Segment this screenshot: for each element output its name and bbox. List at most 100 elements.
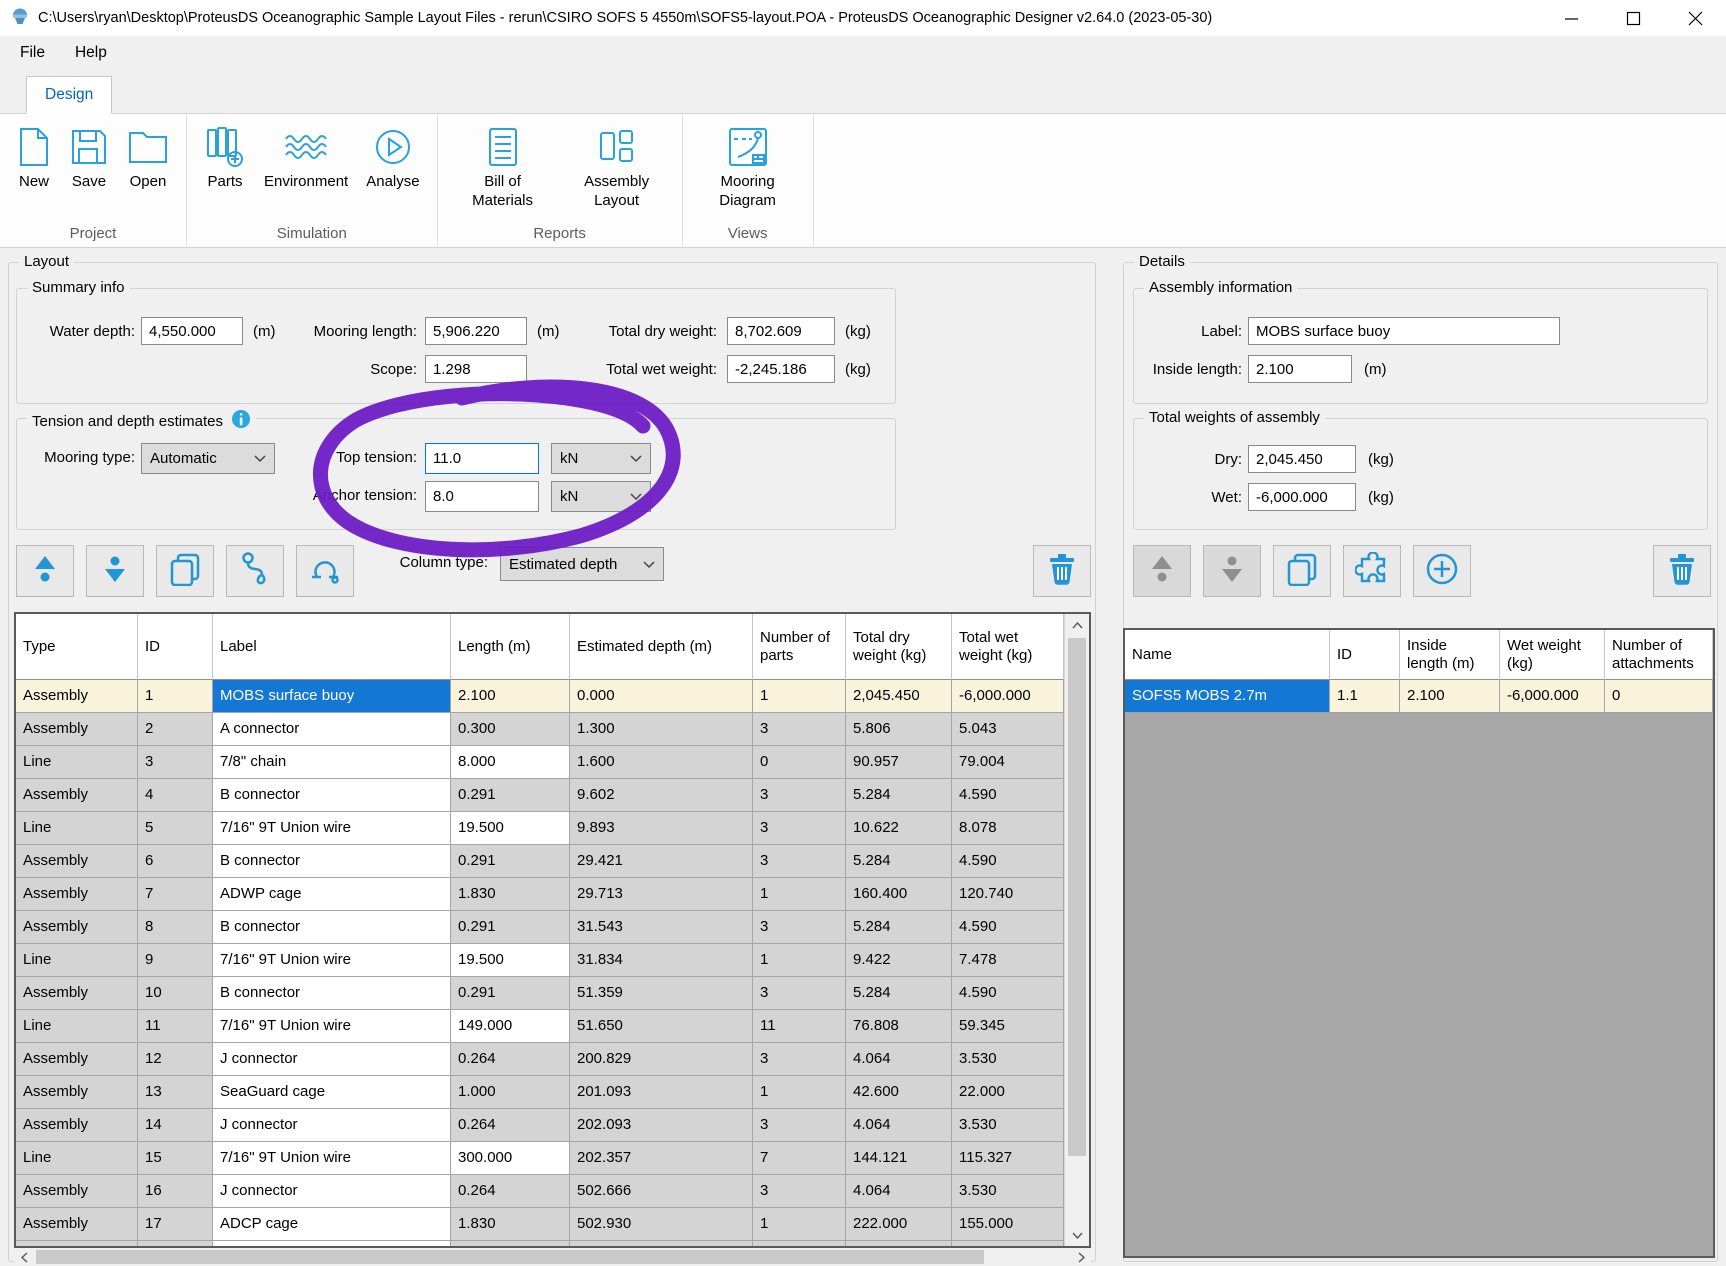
cell-total-wet-weight[interactable]: 120.740	[952, 878, 1064, 911]
duplicate-assembly-button[interactable]	[1273, 545, 1331, 597]
cell-total-dry-weight[interactable]: 42.600	[846, 1076, 952, 1109]
cell-estimated-depth[interactable]: 200.829	[570, 1043, 753, 1076]
cell-length[interactable]: 1.000	[451, 1076, 570, 1109]
open-button[interactable]: Open	[118, 118, 178, 192]
move-down-button[interactable]	[86, 545, 144, 597]
cell-estimated-depth[interactable]: 51.359	[570, 977, 753, 1010]
cell-length[interactable]: 0.291	[451, 977, 570, 1010]
cell-total-wet-weight[interactable]: 8.078	[952, 812, 1064, 845]
anchor-tension-field[interactable]: 8.0	[425, 481, 539, 512]
analyse-button[interactable]: Analyse	[357, 118, 428, 192]
cell-estimated-depth[interactable]: 9.893	[570, 812, 753, 845]
cell-label[interactable]: B connector	[213, 911, 451, 944]
cell-length[interactable]: 19.500	[451, 944, 570, 977]
layout-table-row[interactable]	[16, 1241, 1064, 1246]
cell-id[interactable]	[138, 1241, 213, 1246]
environment-button[interactable]: Environment	[255, 118, 357, 192]
cell-inside-length[interactable]: 2.100	[1400, 680, 1500, 713]
cell-label[interactable]: SeaGuard cage	[213, 1076, 451, 1109]
cell-type[interactable]: Assembly	[16, 1175, 138, 1208]
cell-type[interactable]: Assembly	[16, 713, 138, 746]
close-button[interactable]	[1664, 0, 1726, 36]
cell-length[interactable]: 2.100	[451, 680, 570, 713]
layout-table-row[interactable]: Line37/8" chain8.0001.600090.95779.004	[16, 746, 1064, 779]
cell-length[interactable]: 0.291	[451, 779, 570, 812]
cell-number-of-parts[interactable]: 3	[753, 1109, 846, 1142]
layout-table-row[interactable]: Line117/16" 9T Union wire149.00051.65011…	[16, 1010, 1064, 1043]
cell-total-dry-weight[interactable]: 4.064	[846, 1109, 952, 1142]
add-line-button[interactable]	[226, 545, 284, 597]
cell-estimated-depth[interactable]: 202.093	[570, 1109, 753, 1142]
cell-type[interactable]: Assembly	[16, 779, 138, 812]
cell-number-of-parts[interactable]	[753, 1241, 846, 1246]
cell-type[interactable]: Assembly	[16, 1109, 138, 1142]
scroll-up-icon[interactable]	[1065, 614, 1089, 636]
cell-estimated-depth[interactable]: 1.300	[570, 713, 753, 746]
cell-number-of-parts[interactable]: 7	[753, 1142, 846, 1175]
scrollbar-thumb[interactable]	[1068, 638, 1086, 1156]
cell-length[interactable]: 0.291	[451, 911, 570, 944]
cell-number-of-parts[interactable]: 11	[753, 1010, 846, 1043]
cell-total-dry-weight[interactable]: 4.064	[846, 1043, 952, 1076]
cell-type[interactable]: Assembly	[16, 977, 138, 1010]
cell-total-dry-weight[interactable]: 5.284	[846, 977, 952, 1010]
layout-table-row[interactable]: Assembly10B connector0.29151.35935.2844.…	[16, 977, 1064, 1010]
cell-number-of-parts[interactable]: 3	[753, 977, 846, 1010]
tab-design[interactable]: Design	[26, 76, 112, 114]
layout-table-row[interactable]: Assembly8B connector0.29131.54335.2844.5…	[16, 911, 1064, 944]
cell-total-dry-weight[interactable]: 4.064	[846, 1175, 952, 1208]
cell-id[interactable]: 8	[138, 911, 213, 944]
cell-label[interactable]: ADWP cage	[213, 878, 451, 911]
cell-type[interactable]	[16, 1241, 138, 1246]
layout-table-row[interactable]: Assembly6B connector0.29129.42135.2844.5…	[16, 845, 1064, 878]
cell-estimated-depth[interactable]: 9.602	[570, 779, 753, 812]
cell-total-dry-weight[interactable]: 9.422	[846, 944, 952, 977]
cell-length[interactable]: 0.291	[451, 845, 570, 878]
cell-estimated-depth[interactable]: 31.543	[570, 911, 753, 944]
cell-estimated-depth[interactable]: 502.666	[570, 1175, 753, 1208]
cell-label[interactable]: MOBS surface buoy	[213, 680, 451, 713]
cell-type[interactable]: Assembly	[16, 845, 138, 878]
cell-total-wet-weight[interactable]: 5.043	[952, 713, 1064, 746]
cell-estimated-depth[interactable]: 1.600	[570, 746, 753, 779]
cell-id[interactable]: 10	[138, 977, 213, 1010]
cell-total-wet-weight[interactable]: 4.590	[952, 977, 1064, 1010]
add-component-button[interactable]	[1343, 545, 1401, 597]
cell-label[interactable]: J connector	[213, 1109, 451, 1142]
delete-assembly-button[interactable]	[1653, 545, 1711, 597]
cell-total-wet-weight[interactable]	[952, 1241, 1064, 1246]
cell-label[interactable]: 7/8" chain	[213, 746, 451, 779]
cell-total-dry-weight[interactable]: 5.284	[846, 779, 952, 812]
cell-type[interactable]: Assembly	[16, 1076, 138, 1109]
cell-total-dry-weight[interactable]: 160.400	[846, 878, 952, 911]
cell-label[interactable]	[213, 1241, 451, 1246]
cell-id[interactable]: 6	[138, 845, 213, 878]
cell-label[interactable]: 7/16" 9T Union wire	[213, 944, 451, 977]
cell-length[interactable]: 8.000	[451, 746, 570, 779]
cell-number-of-parts[interactable]: 3	[753, 779, 846, 812]
wet-weight-field[interactable]: -6,000.000	[1248, 483, 1356, 511]
cell-type[interactable]: Line	[16, 1010, 138, 1043]
cell-number-of-parts[interactable]: 1	[753, 1208, 846, 1241]
menu-help[interactable]: Help	[75, 44, 107, 62]
cell-length[interactable]: 1.830	[451, 1208, 570, 1241]
layout-table-row[interactable]: Assembly7ADWP cage1.83029.7131160.400120…	[16, 878, 1064, 911]
cell-length[interactable]	[451, 1241, 570, 1246]
parts-button[interactable]: Parts	[195, 118, 255, 192]
cell-id[interactable]: 5	[138, 812, 213, 845]
assembly-layout-button[interactable]: Assembly Layout	[560, 118, 674, 211]
layout-table-row[interactable]: Line97/16" 9T Union wire19.50031.83419.4…	[16, 944, 1064, 977]
cell-id[interactable]: 2	[138, 713, 213, 746]
cell-label[interactable]: J connector	[213, 1043, 451, 1076]
cell-id[interactable]: 15	[138, 1142, 213, 1175]
cell-total-dry-weight[interactable]	[846, 1241, 952, 1246]
inside-length-field[interactable]: 2.100	[1248, 355, 1352, 383]
scroll-left-icon[interactable]	[14, 1248, 34, 1266]
delete-part-button[interactable]	[1033, 545, 1091, 597]
scrollbar-thumb[interactable]	[36, 1250, 984, 1264]
cell-estimated-depth[interactable]: 0.000	[570, 680, 753, 713]
mooring-length-field[interactable]: 5,906.220	[425, 317, 527, 345]
maximize-button[interactable]	[1602, 0, 1664, 36]
layout-table-row[interactable]: Line157/16" 9T Union wire300.000202.3577…	[16, 1142, 1064, 1175]
cell-length[interactable]: 0.264	[451, 1109, 570, 1142]
